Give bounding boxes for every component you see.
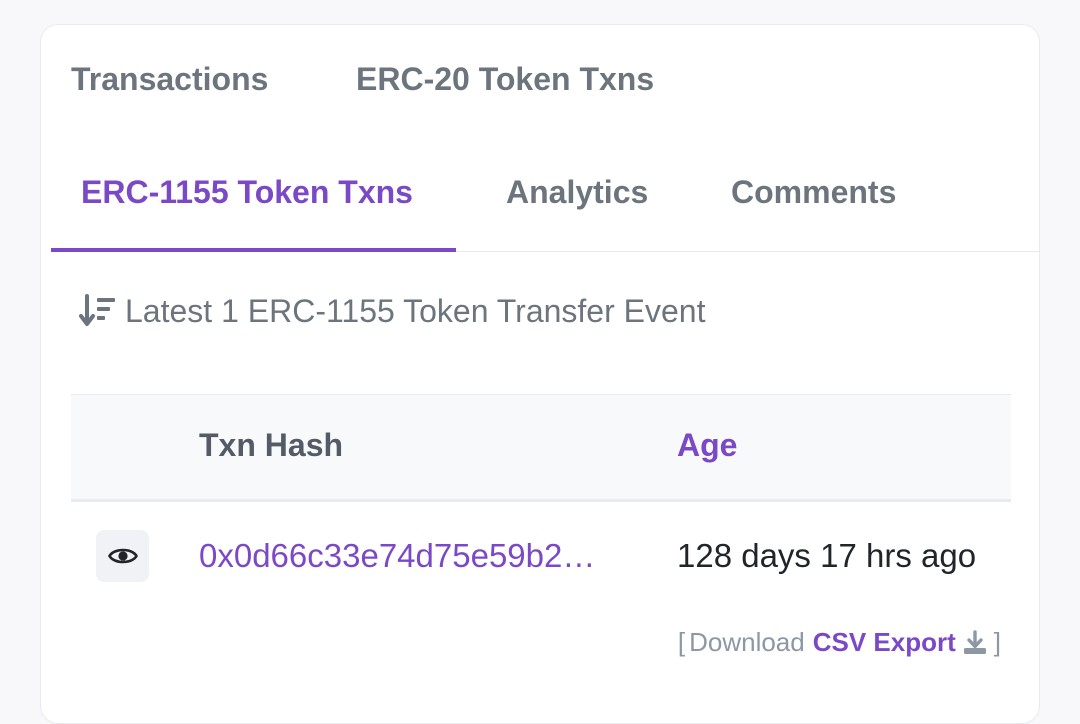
column-header-txn-hash: Txn Hash <box>199 427 344 463</box>
sort-descending-icon <box>79 293 117 330</box>
transfer-summary: Latest 1 ERC-1155 Token Transfer Event <box>79 293 705 330</box>
tab-erc20-token-txns[interactable]: ERC-20 Token Txns <box>356 61 654 98</box>
tab-transactions[interactable]: Transactions <box>71 61 268 98</box>
txn-age: 128 days 17 hrs ago <box>677 537 977 574</box>
tab-comments[interactable]: Comments <box>731 174 896 211</box>
column-header-age[interactable]: Age <box>677 427 737 464</box>
close-bracket: ] <box>993 627 1001 657</box>
download-csv: [ Download CSV Export ] <box>678 627 1001 658</box>
token-transfers-card: Transactions ERC-20 Token Txns ERC-1155 … <box>40 24 1040 724</box>
view-details-button[interactable] <box>96 530 149 582</box>
active-tab-indicator <box>51 248 456 252</box>
txn-hash-link[interactable]: 0x0d66c33e74d75e59b2… <box>199 537 595 575</box>
open-bracket: [ <box>677 627 686 657</box>
csv-export-link[interactable]: CSV Export <box>813 627 956 658</box>
download-prefix: Download <box>689 627 805 657</box>
table-row: 0x0d66c33e74d75e59b2… 128 days 17 hrs ag… <box>71 503 1011 608</box>
table-header: Txn Hash Age <box>71 394 1011 502</box>
eye-icon <box>107 548 138 564</box>
tab-erc1155-token-txns[interactable]: ERC-1155 Token Txns <box>81 174 413 211</box>
summary-text: Latest 1 ERC-1155 Token Transfer Event <box>125 293 706 329</box>
tab-analytics[interactable]: Analytics <box>506 174 648 211</box>
download-icon[interactable] <box>962 629 988 656</box>
